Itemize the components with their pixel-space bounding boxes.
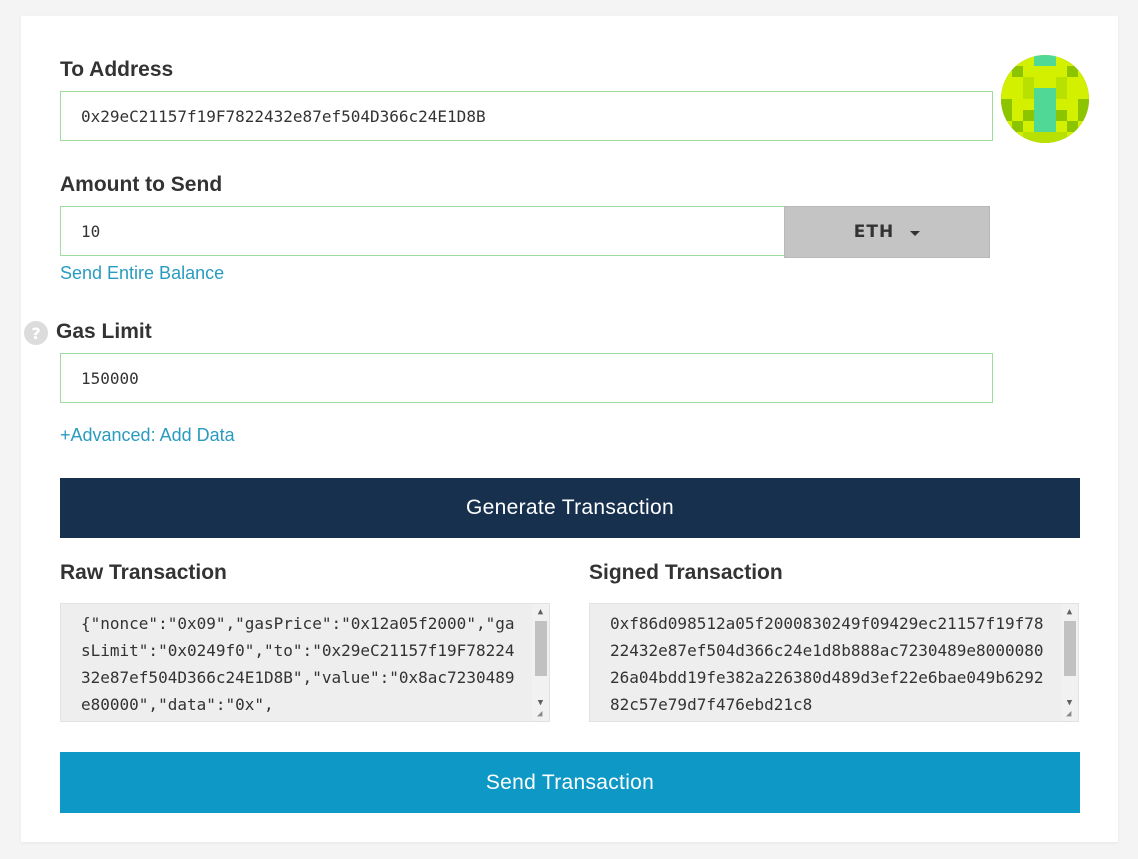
gas-limit-label: Gas Limit	[56, 320, 152, 343]
scroll-up-icon[interactable]: ▲	[1061, 604, 1078, 620]
raw-transaction-scrollbar[interactable]: ▲ ▼	[532, 604, 549, 721]
amount-label: Amount to Send	[60, 173, 223, 196]
identicon-icon	[1001, 55, 1089, 143]
currency-dropdown-button[interactable]: ETH	[784, 206, 990, 258]
generate-transaction-button[interactable]: Generate Transaction	[60, 478, 1080, 538]
signed-transaction-text: 0xf86d098512a05f2000830249f09429ec21157f…	[610, 614, 1044, 714]
raw-transaction-textarea[interactable]: {"nonce":"0x09","gasPrice":"0x12a05f2000…	[60, 603, 550, 722]
send-transaction-button[interactable]: Send Transaction	[60, 752, 1080, 813]
raw-transaction-label: Raw Transaction	[60, 561, 227, 584]
scroll-up-icon[interactable]: ▲	[532, 604, 549, 620]
amount-input[interactable]: 10	[60, 206, 785, 256]
resize-grip-icon[interactable]: ◢	[537, 709, 547, 719]
identicon-avatar	[1001, 55, 1089, 143]
caret-down-icon	[910, 231, 921, 236]
resize-grip-icon[interactable]: ◢	[1066, 709, 1076, 719]
signed-transaction-scrollbar[interactable]: ▲ ▼	[1061, 604, 1078, 721]
advanced-add-data-link[interactable]: +Advanced: Add Data	[60, 424, 235, 446]
to-address-label: To Address	[60, 58, 174, 81]
send-transaction-panel: To Address 0x29eC21157f19F7822432e87ef50…	[21, 16, 1118, 842]
scroll-thumb[interactable]	[535, 621, 547, 676]
scroll-thumb[interactable]	[1064, 621, 1076, 676]
question-circle-icon[interactable]: ?	[24, 321, 48, 345]
gas-limit-input[interactable]: 150000	[60, 353, 993, 403]
to-address-input[interactable]: 0x29eC21157f19F7822432e87ef504D366c24E1D…	[60, 91, 993, 141]
send-entire-balance-link[interactable]: Send Entire Balance	[60, 262, 224, 284]
currency-label: ETH	[853, 222, 895, 242]
signed-transaction-label: Signed Transaction	[589, 561, 783, 584]
signed-transaction-textarea[interactable]: 0xf86d098512a05f2000830249f09429ec21157f…	[589, 603, 1079, 722]
raw-transaction-text: {"nonce":"0x09","gasPrice":"0x12a05f2000…	[81, 614, 515, 714]
